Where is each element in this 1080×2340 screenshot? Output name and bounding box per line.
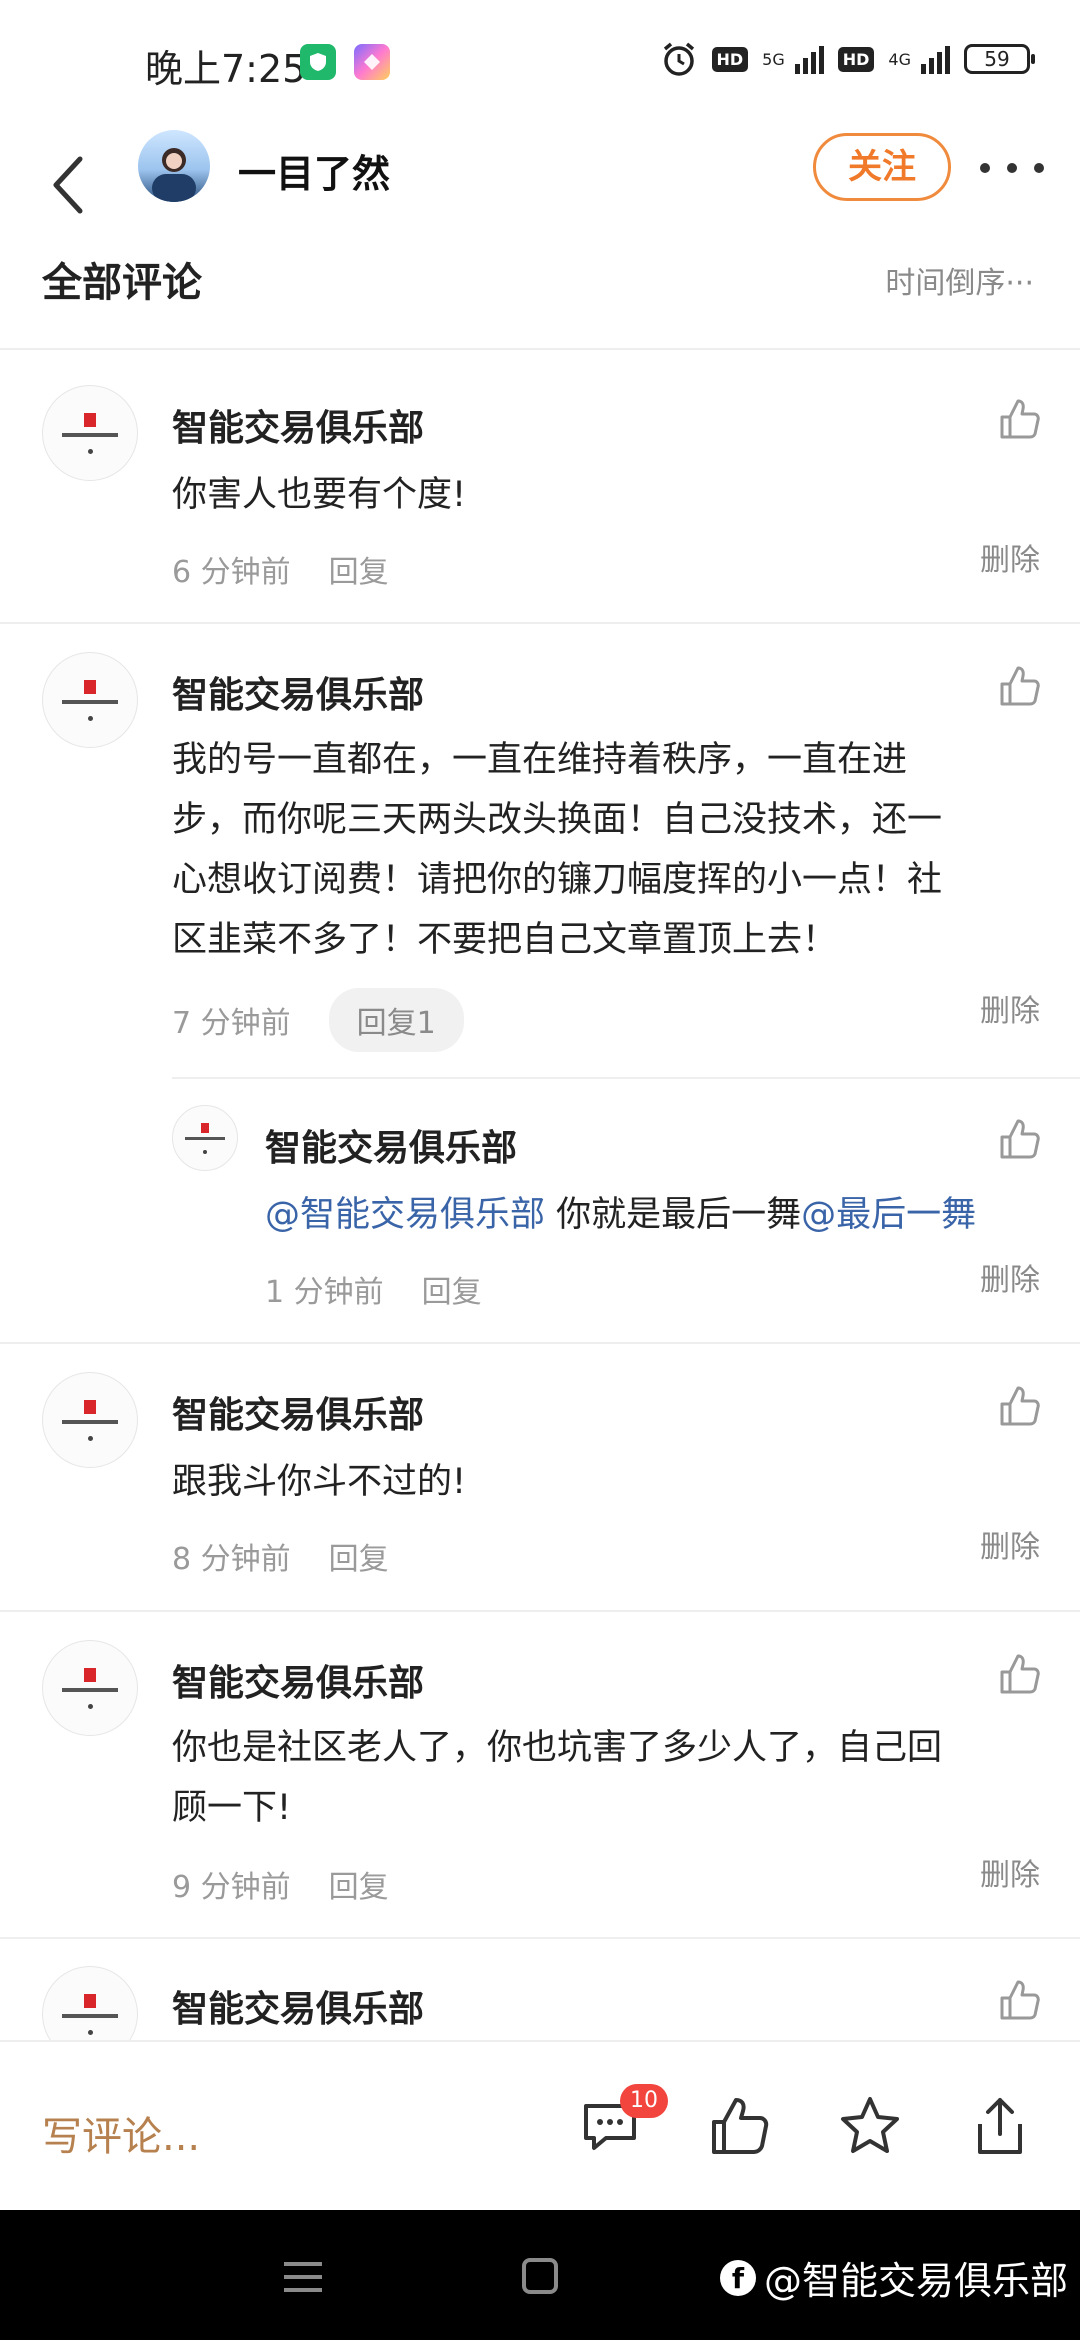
watermark: f @智能交易俱乐部 — [719, 2250, 1068, 2305]
reply-button[interactable]: 回复 — [329, 1862, 389, 1906]
reply-button[interactable]: 回复 — [329, 547, 389, 591]
sort-button[interactable]: 时间倒序··· — [885, 258, 1034, 302]
comment-author[interactable]: 智能交易俱乐部 — [172, 1654, 424, 1706]
section-title: 全部评论 — [42, 260, 202, 306]
back-button[interactable] — [48, 140, 108, 230]
write-comment-input[interactable]: 写评论... — [42, 2104, 200, 2162]
reply-count-button[interactable]: 回复1 — [328, 988, 464, 1052]
divider — [0, 1937, 1080, 1939]
facebook-logo-icon: f — [719, 2259, 756, 2296]
shield-app-icon — [300, 44, 336, 80]
thumbs-up-icon[interactable] — [998, 1652, 1042, 1696]
comment-meta: 7 分钟前 回复1 — [172, 988, 464, 1052]
thumbs-up-icon[interactable] — [998, 1117, 1042, 1161]
sort-more: ··· — [1005, 266, 1034, 301]
comment-text-line: 顾一下! — [172, 1788, 292, 1828]
comment-text: 你害人也要有个度! — [172, 475, 467, 515]
comment-meta: 8 分钟前 回复 — [172, 1534, 389, 1578]
reply-body: 你就是最后一舞 — [545, 1195, 802, 1235]
net-4g: 4G — [888, 49, 911, 69]
comment-text-line: 区韭菜不多了！不要把自己文章置顶上去！ — [172, 920, 838, 960]
author-name[interactable]: 一目了然 — [238, 143, 390, 198]
mention-link[interactable]: @最后一舞 — [801, 1195, 976, 1235]
battery-icon: 59 — [964, 44, 1035, 74]
thumbs-up-icon[interactable] — [998, 1384, 1042, 1428]
sort-label: 时间倒序 — [885, 266, 1006, 301]
share-icon[interactable] — [968, 2094, 1032, 2158]
watermark-text: @智能交易俱乐部 — [763, 2259, 1068, 2303]
net-5g: 5G — [762, 49, 785, 69]
delete-button[interactable]: 删除 — [980, 535, 1040, 579]
follow-button[interactable]: 关注 — [813, 133, 951, 201]
replier-avatar[interactable] — [172, 1105, 238, 1171]
commenter-avatar[interactable] — [42, 385, 138, 481]
status-time: 晚上7:25 — [145, 47, 307, 91]
comment-author[interactable]: 智能交易俱乐部 — [172, 1386, 424, 1438]
divider — [172, 1077, 1080, 1079]
alarm-icon — [663, 42, 694, 76]
author-avatar[interactable] — [138, 130, 210, 202]
bottom-action-bar: 写评论... 10 — [0, 2040, 1080, 2210]
home-icon[interactable] — [522, 2258, 558, 2294]
back-arrow-icon — [53, 156, 83, 214]
mention-link[interactable]: @智能交易俱乐部 — [265, 1195, 545, 1235]
status-bar: 晚上7:25 HD 5G HD 4G 59 — [0, 0, 1080, 130]
more-dots-icon[interactable] — [980, 148, 1044, 188]
comment-text-line: 心想收订阅费！请把你的镰刀幅度挥的小一点！社 — [172, 860, 943, 900]
star-icon[interactable] — [838, 2094, 902, 2158]
divider — [0, 348, 1080, 350]
comment-time: 6 分钟前 — [172, 555, 291, 590]
comment-text: 你也是社区老人了，你也坑害了多少人了，自己回 顾一下! — [172, 1718, 1052, 1838]
status-indicators: HD 5G HD 4G 59 — [660, 40, 1035, 78]
divider — [0, 1342, 1080, 1344]
comment-author[interactable]: 智能交易俱乐部 — [172, 1980, 424, 2032]
delete-button[interactable]: 删除 — [980, 986, 1040, 1030]
divider — [0, 1610, 1080, 1612]
reply-time: 1 分钟前 — [265, 1275, 384, 1310]
hd-badge-2: HD — [837, 46, 875, 72]
divider — [0, 622, 1080, 624]
commenter-avatar[interactable] — [42, 1640, 138, 1736]
comment-meta: 9 分钟前 回复 — [172, 1862, 389, 1906]
comment-author[interactable]: 智能交易俱乐部 — [172, 399, 424, 451]
comment-text-line: 我的号一直都在，一直在维持着秩序，一直在进 — [172, 740, 908, 780]
thumbs-up-icon[interactable] — [998, 664, 1042, 708]
comment-text-line: 你也是社区老人了，你也坑害了多少人了，自己回 — [172, 1728, 943, 1768]
comment-count-badge: 10 — [620, 2084, 668, 2118]
comment-text: 我的号一直都在，一直在维持着秩序，一直在进 步，而你呢三天两头改头换面！自己没技… — [172, 730, 1052, 970]
comment-time: 8 分钟前 — [172, 1542, 291, 1577]
reply-text: @智能交易俱乐部 你就是最后一舞@最后一舞 — [265, 1185, 976, 1245]
comment-meta: 6 分钟前 回复 — [172, 547, 389, 591]
commenter-avatar[interactable] — [42, 652, 138, 748]
comment-text-line: 步，而你呢三天两头改头换面！自己没技术，还一 — [172, 800, 943, 840]
delete-button[interactable]: 删除 — [980, 1850, 1040, 1894]
reply-author[interactable]: 智能交易俱乐部 — [265, 1119, 517, 1171]
thumbs-up-icon[interactable] — [708, 2094, 772, 2158]
comment-time: 9 分钟前 — [172, 1870, 291, 1905]
system-nav-bar: f @智能交易俱乐部 — [0, 2210, 1080, 2340]
comment-text: 跟我斗你斗不过的! — [172, 1462, 467, 1502]
reply-meta: 1 分钟前 回复 — [265, 1267, 482, 1311]
commenter-avatar[interactable] — [42, 1372, 138, 1468]
comment-time: 7 分钟前 — [172, 1006, 291, 1041]
delete-button[interactable]: 删除 — [980, 1522, 1040, 1566]
gallery-app-icon — [354, 44, 390, 80]
signal-icon-2 — [921, 44, 950, 74]
reply-button[interactable]: 回复 — [422, 1267, 482, 1311]
comment-author[interactable]: 智能交易俱乐部 — [172, 666, 424, 718]
signal-icon-1 — [794, 44, 824, 74]
thumbs-up-icon[interactable] — [998, 397, 1042, 441]
status-app-icons — [300, 44, 390, 80]
menu-icon[interactable] — [284, 2262, 322, 2292]
delete-button[interactable]: 删除 — [980, 1255, 1040, 1299]
reply-button[interactable]: 回复 — [329, 1534, 389, 1578]
hd-badge-1: HD — [711, 46, 749, 72]
thumbs-up-icon[interactable] — [998, 1978, 1042, 2022]
